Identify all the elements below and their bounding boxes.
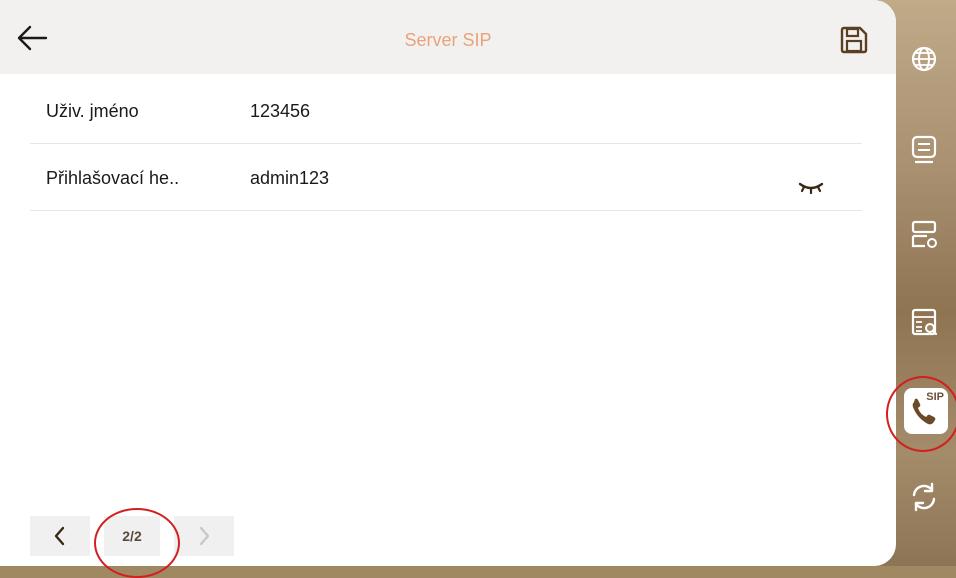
sidebar-item-refresh[interactable] (905, 478, 943, 516)
list-icon (911, 135, 937, 164)
save-button[interactable] (838, 24, 870, 56)
sidebar-item-language[interactable] (905, 40, 943, 78)
sip-highlight-circle (886, 376, 956, 452)
save-icon (840, 26, 868, 54)
username-value[interactable]: 123456 (250, 101, 310, 122)
prev-page-button[interactable] (30, 516, 90, 556)
sidebar-item-server-settings[interactable] (905, 216, 943, 254)
main-panel: Server SIP Uživ. jméno 123456 Přihlašova… (0, 0, 896, 566)
server-settings-icon (911, 220, 937, 248)
chevron-right-icon (199, 526, 210, 546)
sidebar-item-list[interactable] (905, 130, 943, 168)
globe-icon (911, 46, 937, 72)
password-value[interactable]: admin123 (250, 168, 329, 189)
header: Server SIP (0, 0, 896, 74)
next-page-button[interactable] (174, 516, 234, 556)
sidebar-item-server-search[interactable] (905, 304, 943, 342)
username-label: Uživ. jméno (46, 101, 139, 121)
refresh-icon (912, 482, 936, 512)
password-visibility-toggle[interactable] (796, 176, 826, 196)
chevron-left-icon (54, 526, 65, 546)
pager-highlight-circle (94, 508, 180, 578)
username-row[interactable]: Uživ. jméno 123456 (30, 77, 862, 144)
server-search-icon (911, 308, 938, 336)
eye-closed-icon (798, 182, 824, 195)
password-row[interactable]: Přihlašovací he.. admin123 (30, 144, 862, 211)
password-label: Přihlašovací he.. (46, 168, 180, 188)
page-title: Server SIP (404, 30, 492, 50)
